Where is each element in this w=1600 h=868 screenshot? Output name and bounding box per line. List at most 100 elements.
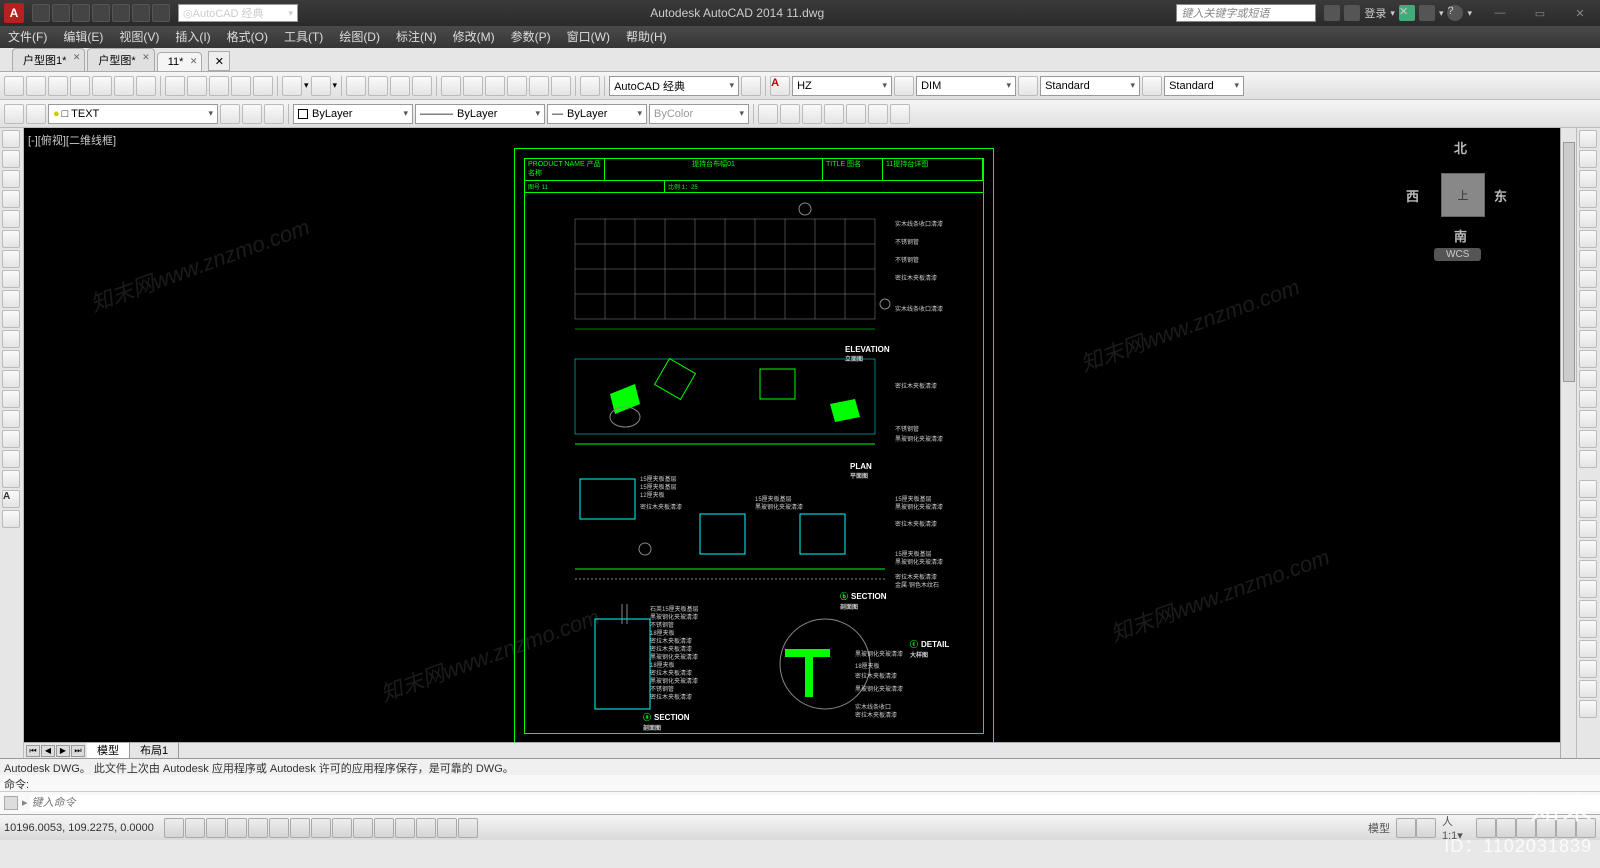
file-tab[interactable]: 11*✕ <box>157 52 203 71</box>
menu-tools[interactable]: 工具(T) <box>276 26 331 48</box>
properties-icon[interactable] <box>441 76 461 96</box>
insert3-icon[interactable] <box>824 104 844 124</box>
dim-angular-icon[interactable] <box>1579 600 1597 618</box>
zoom-icon[interactable] <box>368 76 388 96</box>
file-tab[interactable]: 户型图1*✕ <box>12 48 85 71</box>
erase-icon[interactable] <box>1579 130 1597 148</box>
sc-icon[interactable] <box>416 818 436 838</box>
insert6-icon[interactable] <box>890 104 910 124</box>
zoomwin-icon[interactable] <box>390 76 410 96</box>
command-input[interactable] <box>30 795 1600 811</box>
dimstyle-dropdown[interactable]: DIM <box>916 76 1016 96</box>
table-icon[interactable] <box>2 470 20 488</box>
menu-parametric[interactable]: 参数(P) <box>503 26 559 48</box>
quickview-layouts-icon[interactable] <box>1396 818 1416 838</box>
search-icon[interactable] <box>1324 5 1340 21</box>
region-icon[interactable] <box>2 450 20 468</box>
tablet-icon[interactable] <box>458 818 478 838</box>
dimstyle-icon[interactable] <box>894 76 914 96</box>
close-button[interactable]: ✕ <box>1560 0 1600 26</box>
scrollbar-thumb[interactable] <box>1563 142 1575 382</box>
revcloud-icon[interactable] <box>2 270 20 288</box>
publish-icon[interactable] <box>136 76 156 96</box>
ellipse-icon[interactable] <box>2 310 20 328</box>
dim-diam-icon[interactable] <box>1579 580 1597 598</box>
ortho-icon[interactable] <box>206 818 226 838</box>
save-icon[interactable] <box>48 76 68 96</box>
layermatch-icon[interactable] <box>242 104 262 124</box>
matchprop-icon[interactable] <box>231 76 251 96</box>
model-tab[interactable]: 模型 <box>87 743 130 759</box>
layer-dropdown[interactable]: ● □ TEXT <box>48 104 218 124</box>
menu-format[interactable]: 格式(O) <box>219 26 276 48</box>
qat-new-icon[interactable] <box>32 4 50 22</box>
login-label[interactable]: 登录 <box>1364 5 1386 21</box>
snap-icon[interactable] <box>164 818 184 838</box>
osnap3d-icon[interactable] <box>269 818 289 838</box>
viewcube-west[interactable]: 西 <box>1406 186 1419 205</box>
textstyle-dropdown[interactable]: HZ <box>792 76 892 96</box>
autodesk360-icon[interactable] <box>1419 5 1435 21</box>
exchange-icon[interactable]: ✕ <box>1399 5 1415 21</box>
chevron-down-icon[interactable]: ▾ <box>1439 8 1444 19</box>
close-icon[interactable]: ✕ <box>190 56 198 67</box>
blockeditor-icon[interactable] <box>253 76 273 96</box>
menu-draw[interactable]: 绘图(D) <box>331 26 388 48</box>
blend-icon[interactable] <box>1579 430 1597 448</box>
menu-modify[interactable]: 修改(M) <box>445 26 503 48</box>
color-dropdown[interactable]: ByLayer <box>293 104 413 124</box>
dim-aligned-icon[interactable] <box>1579 500 1597 518</box>
ellipsearc-icon[interactable] <box>2 330 20 348</box>
mleaderstyle-icon[interactable] <box>1142 76 1162 96</box>
plot-icon[interactable] <box>92 76 112 96</box>
linetype-dropdown[interactable]: ———ByLayer <box>415 104 545 124</box>
model-space-label[interactable]: 模型 <box>1362 820 1396 836</box>
app-logo[interactable]: A <box>4 3 24 23</box>
layermgr-icon[interactable] <box>4 104 24 124</box>
drawing-canvas[interactable]: [-][俯视][二维线框] 知末网www.znzmo.com 知末网www.zn… <box>24 128 1576 758</box>
tablestyle-icon[interactable] <box>1018 76 1038 96</box>
rectangle-icon[interactable] <box>2 210 20 228</box>
gradient-icon[interactable] <box>2 430 20 448</box>
chevron-down-icon[interactable]: ▾ <box>333 80 338 91</box>
explode-icon[interactable] <box>1579 450 1597 468</box>
dim-linear-icon[interactable] <box>1579 480 1597 498</box>
point-icon[interactable] <box>2 390 20 408</box>
qat-open-icon[interactable] <box>52 4 70 22</box>
tablestyle-dropdown[interactable]: Standard <box>1040 76 1140 96</box>
menu-dimension[interactable]: 标注(N) <box>388 26 445 48</box>
new-icon[interactable] <box>4 76 24 96</box>
menu-window[interactable]: 窗口(W) <box>559 26 618 48</box>
qat-saveas-icon[interactable] <box>92 4 110 22</box>
dim-space-icon[interactable] <box>1579 680 1597 698</box>
viewcube[interactable]: 北 西 东 南 上 WCS <box>1406 138 1516 268</box>
dim-continue-icon[interactable] <box>1579 660 1597 678</box>
layerstates-icon[interactable] <box>26 104 46 124</box>
mirror-icon[interactable] <box>1579 170 1597 188</box>
dim-radius-icon[interactable] <box>1579 560 1597 578</box>
osnap-icon[interactable] <box>248 818 268 838</box>
insert-icon[interactable] <box>780 104 800 124</box>
polar-icon[interactable] <box>227 818 247 838</box>
qat-redo-icon[interactable] <box>152 4 170 22</box>
am-icon[interactable] <box>437 818 457 838</box>
cut-icon[interactable] <box>165 76 185 96</box>
chevron-down-icon[interactable]: ▾ <box>1390 8 1395 19</box>
chamfer-icon[interactable] <box>1579 390 1597 408</box>
otrack-icon[interactable] <box>290 818 310 838</box>
polygon-icon[interactable] <box>2 190 20 208</box>
scrollbar-vertical[interactable] <box>1560 128 1576 758</box>
addselected-icon[interactable] <box>2 510 20 528</box>
dim-break-icon[interactable] <box>1579 700 1597 718</box>
dim-ord-icon[interactable] <box>1579 540 1597 558</box>
web-icon[interactable] <box>758 104 778 124</box>
open-icon[interactable] <box>26 76 46 96</box>
menu-edit[interactable]: 编辑(E) <box>55 26 111 48</box>
move-icon[interactable] <box>1579 230 1597 248</box>
coordinates[interactable]: 10196.0053, 109.2275, 0.0000 <box>4 822 164 834</box>
layerprev-icon[interactable] <box>264 104 284 124</box>
help-icon[interactable]: ? <box>1447 5 1463 21</box>
lineweight-dropdown[interactable]: —ByLayer <box>547 104 647 124</box>
tab-prev-icon[interactable]: ◀ <box>41 745 55 757</box>
layeriso-icon[interactable] <box>220 104 240 124</box>
